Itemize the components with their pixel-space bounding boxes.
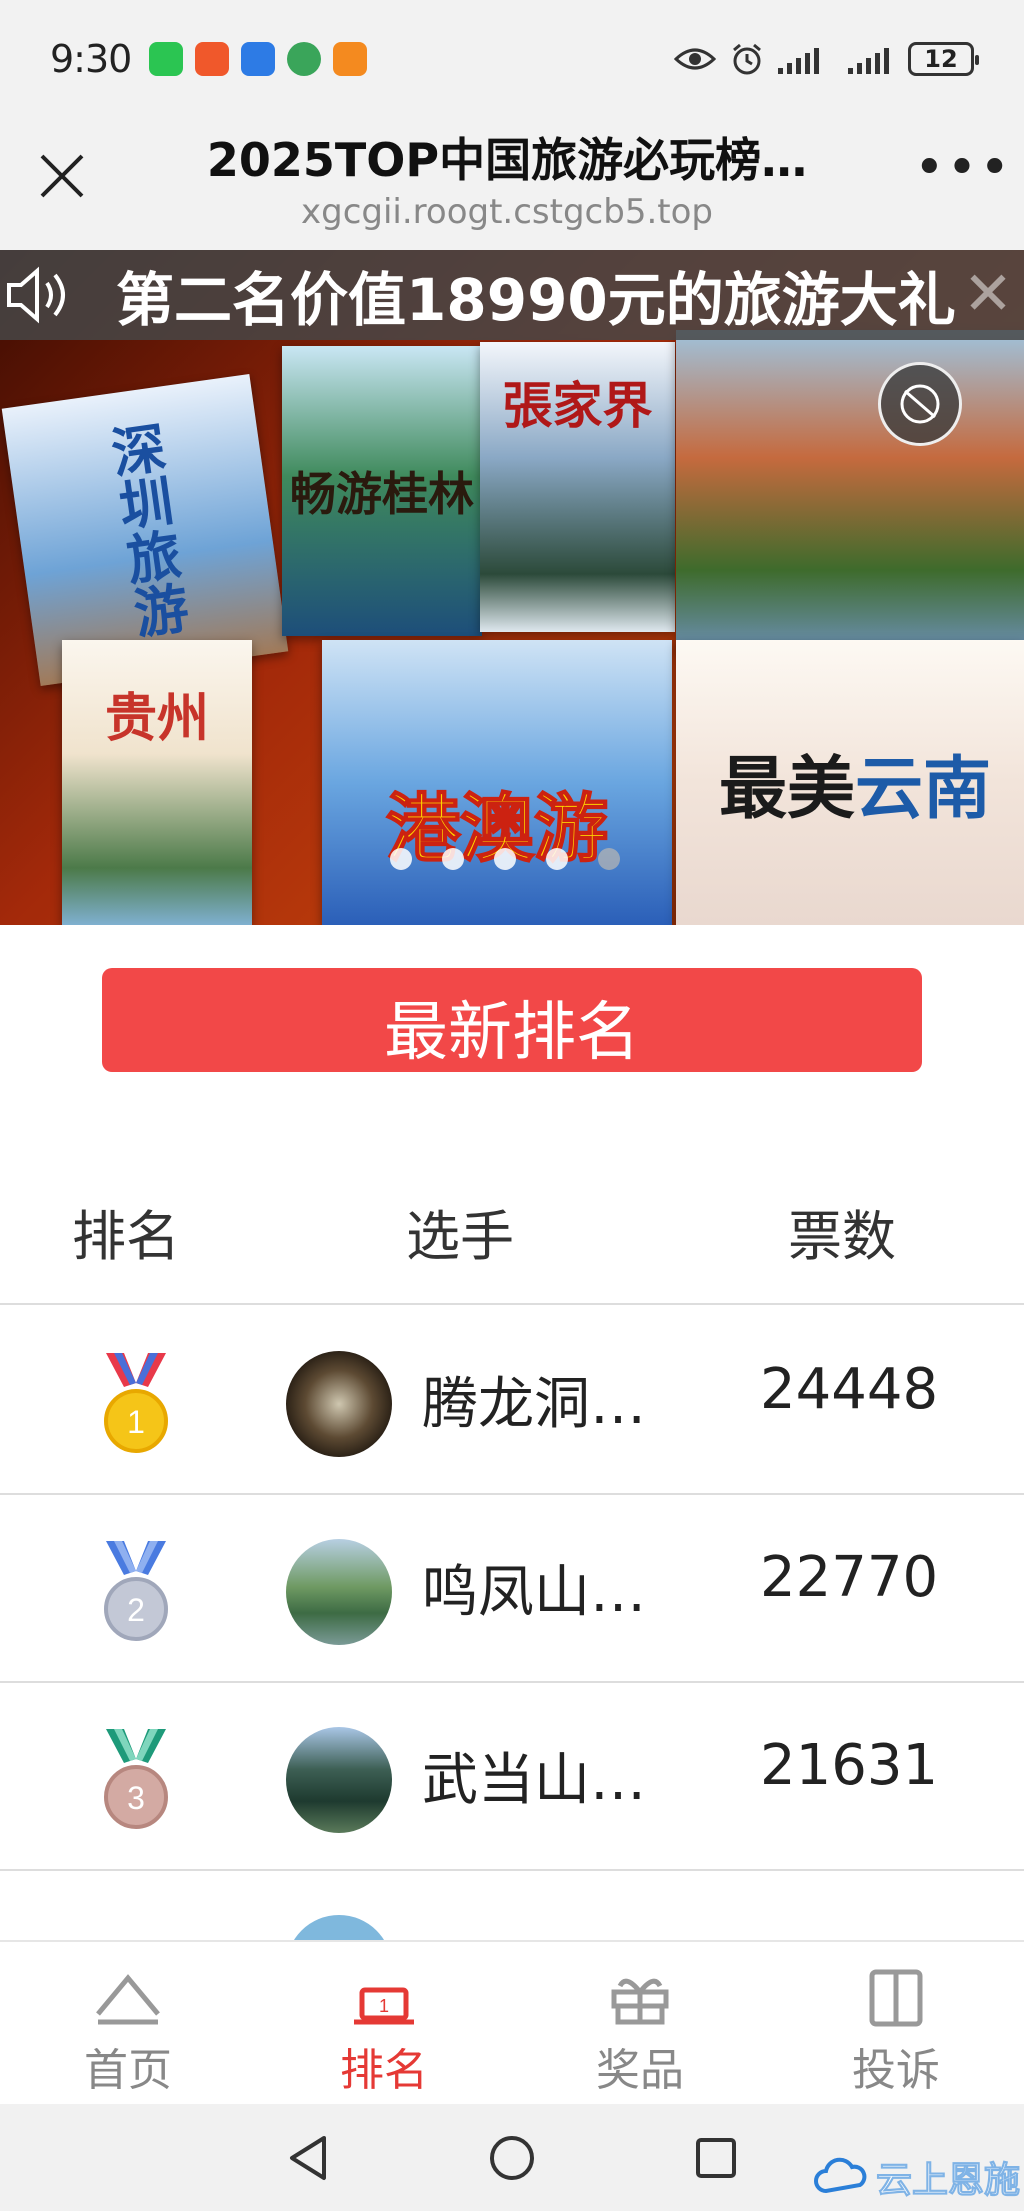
vote-count: 24448 <box>760 1357 939 1422</box>
svg-text:1: 1 <box>379 1996 389 2016</box>
status-bar: 9:30 12 <box>0 0 1024 118</box>
browser-title-bar: 2025TOP中国旅游必玩榜… xgcgii.roogt.cstgcb5.top… <box>0 118 1024 250</box>
wechat-icon <box>149 42 184 76</box>
poster-scenery[interactable] <box>676 330 1024 650</box>
marquee-text: 第二名价值18990元的旅游大礼 <box>116 266 956 334</box>
home-button[interactable] <box>485 2131 539 2185</box>
carousel-dot-active[interactable] <box>598 848 620 870</box>
watermark-text: 云上恩施 <box>875 2160 1020 2202</box>
carousel-dot[interactable] <box>494 848 516 870</box>
nav-ranking[interactable]: 1 排名 <box>256 1942 512 2104</box>
battery-indicator: 12 <box>908 42 979 76</box>
carousel-indicators <box>390 848 620 870</box>
speaker-icon[interactable] <box>0 255 80 335</box>
table-row[interactable]: 2 鸣凤山… 22770 <box>0 1495 1024 1683</box>
back-button[interactable] <box>281 2131 335 2185</box>
battery-level: 12 <box>924 45 958 73</box>
nav-label: 奖品 <box>596 2045 684 2096</box>
nav-label: 投诉 <box>852 2045 940 2096</box>
table-row[interactable]: 1 腾龙洞… 24448 <box>0 1307 1024 1495</box>
nav-label: 首页 <box>84 2045 172 2096</box>
app-notification-icon <box>287 42 322 76</box>
player-name: 武当山… <box>422 1748 646 1813</box>
avatar <box>286 1539 392 1645</box>
home-circle-icon <box>490 2135 534 2180</box>
nav-label: 排名 <box>340 2045 428 2096</box>
header-player: 选手 <box>406 1205 514 1268</box>
avatar <box>286 1915 392 1940</box>
player-name: 鸣凤山… <box>422 1560 646 1625</box>
recents-square-icon <box>696 2137 736 2178</box>
nav-prizes[interactable]: 奖品 <box>512 1942 768 2104</box>
bottom-nav: 首页 1 排名 奖品 投诉 <box>0 1940 1024 2104</box>
poster-hk-macau[interactable]: 港澳游 <box>322 640 672 925</box>
ranking-table-header: 排名 选手 票数 <box>0 1170 1024 1305</box>
vote-count: 21631 <box>760 1733 939 1798</box>
poster-title: 贵州 <box>104 688 209 749</box>
poster-zhangjiajie[interactable]: 張家界 <box>480 342 675 632</box>
table-row-partial[interactable] <box>0 1871 1024 1940</box>
page-url: xgcgii.roogt.cstgcb5.top <box>301 192 713 232</box>
more-icon: ••• <box>914 138 1013 198</box>
table-row[interactable]: 3 武当山… 21631 <box>0 1683 1024 1871</box>
back-triangle-icon <box>290 2135 326 2180</box>
poster-title: 最美 <box>718 749 855 829</box>
poster-guizhou[interactable]: 贵州 <box>62 640 252 925</box>
svg-text:1: 1 <box>127 1404 145 1440</box>
music-toggle-icon[interactable] <box>878 362 962 446</box>
poster-title: 深圳旅游 <box>98 418 193 642</box>
player-name: 腾龙洞… <box>422 1372 646 1437</box>
app-notification-icon <box>333 42 368 76</box>
svg-text:3: 3 <box>127 1780 145 1816</box>
signal-icon <box>778 48 819 74</box>
svg-text:2: 2 <box>127 1592 145 1628</box>
header-votes: 票数 <box>788 1205 896 1268</box>
avatar <box>286 1727 392 1833</box>
home-icon <box>96 1974 160 2025</box>
bronze-medal-icon: 3 <box>104 1729 168 1829</box>
alarm-icon <box>733 43 761 75</box>
silver-medal-icon: 2 <box>104 1541 168 1641</box>
more-menu-button[interactable]: ••• <box>914 142 1010 198</box>
close-marquee-icon[interactable]: ✕ <box>958 264 1018 324</box>
header-rank: 排名 <box>72 1205 180 1268</box>
ranking-icon: 1 <box>354 1987 414 2025</box>
poster-title: 云南 <box>855 749 992 829</box>
page-title: 2025TOP中国旅游必玩榜… <box>206 133 808 187</box>
nav-home[interactable]: 首页 <box>0 1942 256 2104</box>
gift-icon <box>611 1978 669 2025</box>
avatar <box>286 1351 392 1457</box>
signal-icon <box>848 48 889 74</box>
carousel-dot[interactable] <box>546 848 568 870</box>
cloud-logo-icon <box>814 2157 867 2194</box>
vote-count: 22770 <box>760 1545 939 1610</box>
poster-guilin[interactable]: 畅游桂林 <box>282 346 482 636</box>
system-navigation-bar: 云上恩施 <box>0 2104 1024 2211</box>
close-icon <box>40 154 84 198</box>
app-notification-icon <box>195 42 230 76</box>
poster-yunnan[interactable]: 最美 云南 <box>676 640 1024 925</box>
nav-complaint[interactable]: 投诉 <box>768 1942 1024 2104</box>
banner-carousel[interactable]: 深圳旅游 畅游桂林 張家界 贵州 港澳游 最美 云南 第二名价值18990元的旅… <box>0 250 1024 925</box>
poster-title: 畅游桂林 <box>290 467 474 521</box>
watermark: 云上恩施 <box>812 2151 1021 2203</box>
announcement-marquee: 第二名价值18990元的旅游大礼 ✕ <box>0 250 1024 340</box>
close-button[interactable] <box>34 148 90 204</box>
poster-title: 張家界 <box>502 376 653 435</box>
carousel-dot[interactable] <box>442 848 464 870</box>
complaint-book-icon <box>869 1969 923 2027</box>
recents-button[interactable] <box>689 2131 743 2185</box>
eye-icon <box>674 48 716 70</box>
gold-medal-icon: 1 <box>104 1353 168 1453</box>
latest-ranking-button[interactable]: 最新排名 <box>102 968 922 1072</box>
status-time: 9:30 <box>50 37 132 81</box>
app-notification-icon <box>241 42 276 76</box>
carousel-dot[interactable] <box>390 848 412 870</box>
status-indicators: 12 <box>674 42 979 76</box>
